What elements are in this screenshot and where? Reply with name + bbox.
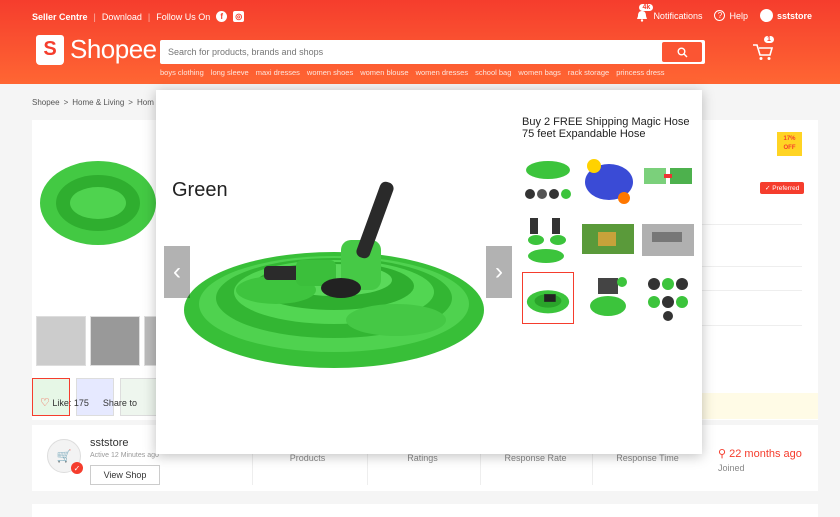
image-gallery-modal: Green ‹ › Buy 2 FREE Shipping Magic Hose… xyxy=(156,90,702,454)
search-input[interactable] xyxy=(160,40,650,64)
like-button[interactable]: ♡ Like: 175 xyxy=(40,396,89,409)
gallery-thumbnail[interactable] xyxy=(522,156,574,208)
discount-badge: 17% OFF xyxy=(777,132,802,156)
gallery-main-image: Green xyxy=(156,90,511,454)
cart-count-badge: 1 xyxy=(764,36,774,43)
search-icon xyxy=(677,47,687,57)
instagram-icon[interactable]: ◎ xyxy=(233,11,245,22)
help-link[interactable]: ? Help xyxy=(714,10,748,21)
product-title: Buy 2 FREE Shipping Magic Hose 75 feet E… xyxy=(522,116,690,140)
next-image-button[interactable]: › xyxy=(486,246,512,298)
keyword-link[interactable]: women blouse xyxy=(360,68,408,77)
gallery-thumbnail-selected[interactable] xyxy=(522,272,574,324)
gallery-thumbnail[interactable] xyxy=(642,214,694,266)
gallery-thumbnail[interactable] xyxy=(582,156,634,208)
breadcrumb-item[interactable]: Hom xyxy=(137,98,154,107)
keyword-link[interactable]: boys clothing xyxy=(160,68,204,77)
stat-label: Ratings xyxy=(407,453,438,463)
shop-name[interactable]: sststore xyxy=(90,437,129,449)
stat-label: Products xyxy=(289,453,326,463)
shopee-logo[interactable]: S Shopee xyxy=(36,34,157,65)
stat-label: Response Rate xyxy=(504,453,567,463)
notifications-link[interactable]: 4k Notifications xyxy=(635,3,703,22)
breadcrumb: Shopee > Home & Living > Hom xyxy=(32,98,154,107)
verified-check-icon: ✓ xyxy=(71,462,83,474)
gallery-thumbnail-grid xyxy=(522,156,694,324)
help-label: Help xyxy=(729,10,748,21)
joined-label: Joined xyxy=(718,463,745,473)
facebook-icon[interactable]: f xyxy=(216,11,228,22)
like-count: Like: 175 xyxy=(52,398,89,408)
divider: | xyxy=(93,11,96,22)
shop-avatar[interactable]: 🛒 ✓ xyxy=(47,439,83,474)
thumbnail[interactable] xyxy=(90,316,140,366)
shop-active-status: Active 12 Minutes ago xyxy=(90,452,159,459)
trending-keywords: boys clothing long sleeve maxi dresses w… xyxy=(160,68,665,77)
breadcrumb-separator: > xyxy=(63,98,69,107)
joined-value: ⚲ 22 months ago xyxy=(718,447,802,460)
notifications-count-badge: 4k xyxy=(639,3,654,11)
topbar-left: Seller Centre | Download | Follow Us On … xyxy=(32,11,245,22)
gallery-thumbnail[interactable] xyxy=(582,272,634,324)
thumbnail[interactable] xyxy=(36,316,86,366)
view-shop-button[interactable]: View Shop xyxy=(90,465,160,485)
account-menu[interactable]: sststore xyxy=(759,9,812,22)
previous-image-button[interactable]: ‹ xyxy=(164,246,190,298)
help-icon: ? xyxy=(714,10,726,21)
gallery-thumbnail[interactable] xyxy=(582,214,634,266)
discount-off-label: OFF xyxy=(783,145,796,151)
keyword-link[interactable]: long sleeve xyxy=(211,68,249,77)
breadcrumb-separator: > xyxy=(128,98,133,107)
joined-value-text: 22 months ago xyxy=(729,448,802,460)
divider: | xyxy=(147,11,151,22)
cart-icon xyxy=(753,44,774,60)
breadcrumb-item[interactable]: Home & Living xyxy=(72,98,124,107)
header: Seller Centre | Download | Follow Us On … xyxy=(0,0,840,84)
keyword-link[interactable]: women dresses xyxy=(416,68,469,77)
chevron-right-icon: › xyxy=(495,258,503,285)
breadcrumb-item[interactable]: Shopee xyxy=(32,98,60,107)
user-icon: ⚲ xyxy=(718,448,727,460)
chevron-left-icon: ‹ xyxy=(173,258,181,285)
logo-text: Shopee xyxy=(70,34,157,64)
share-label: Share to xyxy=(102,397,137,408)
stat-label: Response Time xyxy=(616,453,679,463)
topbar: Seller Centre | Download | Follow Us On … xyxy=(0,0,840,30)
cart-button[interactable]: 1 xyxy=(752,36,776,64)
keyword-link[interactable]: rack storage xyxy=(568,68,609,77)
follow-us-label: Follow Us On xyxy=(156,11,211,22)
keyword-link[interactable]: princess dress xyxy=(616,68,664,77)
search-bar xyxy=(160,40,705,64)
gallery-thumbnail[interactable] xyxy=(642,156,694,208)
shop-icon: 🛒 xyxy=(56,449,72,463)
image-caption: Green xyxy=(172,179,228,201)
product-tabs xyxy=(32,504,818,517)
topbar-right: 4k Notifications ? Help sststore xyxy=(635,3,812,22)
bell-icon: 4k xyxy=(635,3,654,22)
username-label: sststore xyxy=(776,10,812,21)
keyword-link[interactable]: school bag xyxy=(475,68,511,77)
keyword-link[interactable]: women shoes xyxy=(307,68,353,77)
shipping-info-strip xyxy=(700,393,818,419)
product-main-image[interactable] xyxy=(36,128,156,278)
gallery-thumbnail[interactable] xyxy=(642,272,694,324)
discount-percent: 17% xyxy=(783,136,796,142)
heart-icon: ♡ xyxy=(40,397,50,409)
keyword-link[interactable]: maxi dresses xyxy=(256,68,300,77)
shopping-bag-logo-icon: S xyxy=(36,34,64,65)
search-button[interactable] xyxy=(662,42,702,62)
preferred-label: Preferred xyxy=(772,185,800,192)
avatar xyxy=(759,9,773,22)
download-link[interactable]: Download xyxy=(102,12,142,22)
keyword-link[interactable]: women bags xyxy=(518,68,561,77)
seller-centre-link[interactable]: Seller Centre xyxy=(32,12,88,22)
preferred-badge: ✓ Preferred xyxy=(760,182,805,194)
gallery-thumbnail[interactable] xyxy=(522,214,574,266)
like-share-row: ♡ Like: 175 Share to xyxy=(40,396,137,409)
notifications-label: Notifications xyxy=(653,10,703,21)
